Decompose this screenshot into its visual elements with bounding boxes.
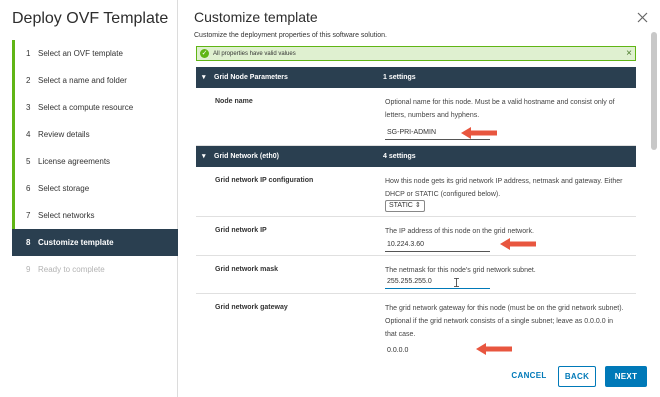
step-number: 5 xyxy=(26,157,31,166)
step-license-agreements[interactable]: 5 License agreements xyxy=(12,148,178,175)
property-label: Grid network gateway xyxy=(215,304,288,311)
properties-list: ▾ Grid Node Parameters 1 settings Node n… xyxy=(196,67,636,355)
next-button[interactable]: NEXT xyxy=(605,366,647,387)
page-title: Customize template xyxy=(194,9,318,25)
scrollbar[interactable] xyxy=(651,32,657,354)
chevron-down-icon: ▾ xyxy=(202,153,206,160)
section-count: 4 settings xyxy=(383,153,416,160)
property-row-node-name: Node name Optional name for this node. M… xyxy=(196,88,636,146)
step-label: Select an OVF template xyxy=(38,49,123,58)
section-grid-network-eth0[interactable]: ▾ Grid Network (eth0) 4 settings xyxy=(196,146,636,167)
step-label: Select storage xyxy=(38,184,90,193)
cancel-button[interactable]: CANCEL xyxy=(506,366,552,387)
step-select-compute-resource[interactable]: 3 Select a compute resource xyxy=(12,94,178,121)
wizard-steps: 1 Select an OVF template 2 Select a name a… xyxy=(12,40,178,283)
grid-network-mask-input[interactable]: 255.255.255.0 xyxy=(385,276,490,289)
step-select-storage[interactable]: 6 Select storage xyxy=(12,175,178,202)
step-select-ovf-template[interactable]: 1 Select an OVF template xyxy=(12,40,178,67)
select-value: STATIC xyxy=(389,202,413,209)
property-label: Grid network IP xyxy=(215,227,267,234)
step-label: License agreements xyxy=(38,157,111,166)
alert-message: All properties have valid values xyxy=(213,51,296,57)
chevron-down-icon: ▾ xyxy=(202,74,206,81)
step-customize-template[interactable]: 8 Customize template xyxy=(12,229,178,256)
step-number: 1 xyxy=(26,49,31,58)
step-label: Customize template xyxy=(38,238,114,247)
property-description: The grid network gateway for this node (… xyxy=(385,305,624,338)
wizard-title: Deploy OVF Template xyxy=(12,10,169,27)
annotation-arrow xyxy=(500,238,536,250)
section-count: 1 settings xyxy=(383,74,416,81)
wizard-sidebar: Deploy OVF Template 1 Select an OVF templ… xyxy=(0,0,178,397)
close-alert-icon[interactable]: × xyxy=(626,47,632,60)
step-number: 9 xyxy=(26,265,31,274)
property-label: Grid network IP configuration xyxy=(215,177,314,184)
step-number: 6 xyxy=(26,184,31,193)
annotation-arrow xyxy=(476,343,512,355)
property-description: Optional name for this node. Must be a v… xyxy=(385,99,615,119)
step-label: Review details xyxy=(38,130,90,139)
select-arrows-icon: ⇕ xyxy=(414,202,421,209)
main-panel: Customize template Customize the deploym… xyxy=(179,0,660,397)
section-grid-node-parameters[interactable]: ▾ Grid Node Parameters 1 settings xyxy=(196,67,636,88)
step-label: Select a name and folder xyxy=(38,76,127,85)
scrollbar-thumb[interactable] xyxy=(651,32,657,150)
text-cursor-icon xyxy=(454,278,459,287)
property-row-grid-network-gateway: Grid network gateway The grid network ga… xyxy=(196,294,636,355)
annotation-arrow xyxy=(461,127,497,139)
property-row-ip-configuration: Grid network IP configuration How this n… xyxy=(196,167,636,217)
back-button[interactable]: BACK xyxy=(558,366,596,387)
step-select-networks[interactable]: 7 Select networks xyxy=(12,202,178,229)
section-name: Grid Node Parameters xyxy=(214,74,288,81)
step-number: 8 xyxy=(26,238,31,247)
validation-alert: ✓ All properties have valid values × xyxy=(196,46,636,61)
property-description: How this node gets its grid network IP a… xyxy=(385,178,623,198)
page-subtitle: Customize the deployment properties of t… xyxy=(194,32,387,39)
close-icon[interactable] xyxy=(637,12,648,25)
step-number: 4 xyxy=(26,130,31,139)
property-row-grid-network-ip: Grid network IP The IP address of this n… xyxy=(196,217,636,256)
step-number: 7 xyxy=(26,211,31,220)
step-label: Ready to complete xyxy=(38,265,105,274)
step-label: Select networks xyxy=(38,211,95,220)
check-circle-icon: ✓ xyxy=(200,49,209,58)
step-label: Select a compute resource xyxy=(38,103,134,112)
property-label: Grid network mask xyxy=(215,266,279,273)
step-select-name-and-folder[interactable]: 2 Select a name and folder xyxy=(12,67,178,94)
property-row-grid-network-mask: Grid network mask The netmask for this n… xyxy=(196,256,636,294)
ip-configuration-select[interactable]: STATIC ⇕ xyxy=(385,200,425,212)
grid-network-ip-input[interactable]: 10.224.3.60 xyxy=(385,239,490,252)
step-review-details[interactable]: 4 Review details xyxy=(12,121,178,148)
step-number: 3 xyxy=(26,103,31,112)
step-ready-to-complete: 9 Ready to complete xyxy=(12,256,178,283)
property-label: Node name xyxy=(215,98,253,105)
step-number: 2 xyxy=(26,76,31,85)
section-name: Grid Network (eth0) xyxy=(214,153,279,160)
